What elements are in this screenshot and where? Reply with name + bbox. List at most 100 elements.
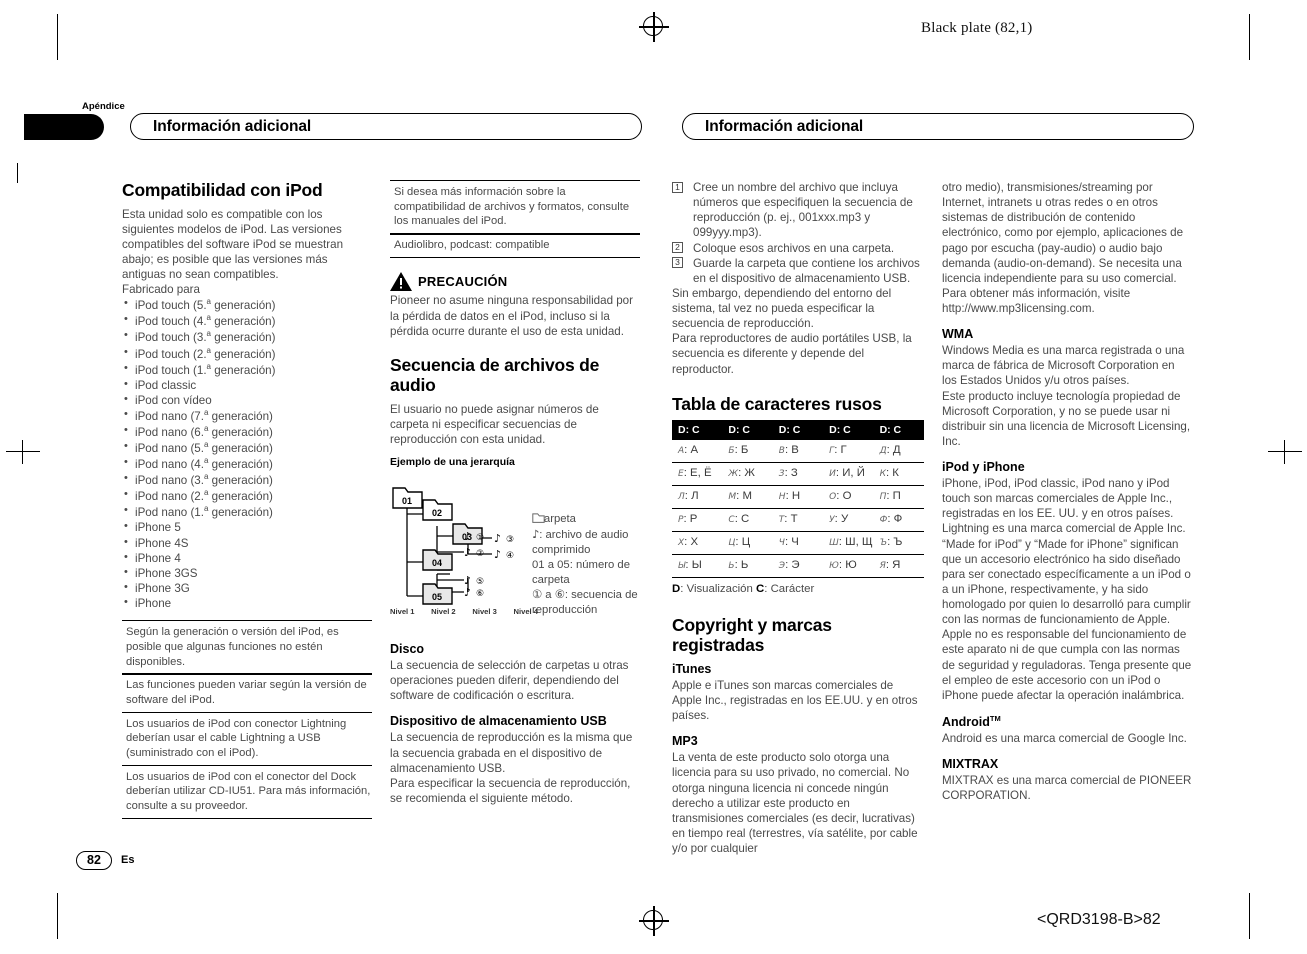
step-text: Cree un nombre del archivo que incluya n… [693,181,913,240]
rus-cell: Р: Р [672,508,723,532]
mp3-body-continued: otro medio), transmisiones/streaming por… [942,181,1184,300]
hierarchy-tree-svg: 01 02 03 04 05 ♪ ① ♪ ② ♪ ③ ♪ ④ ♪ ⑤ ♪ ⑥ [392,487,514,605]
table-row: Х: Х Ц: Ц Ч: Ч Ш: Ш, Щ Ъ: Ъ [672,531,924,555]
character-glyph: : М [736,490,752,503]
ipod-model-list: iPod touch (5.a generación)iPod touch (4… [122,296,372,611]
hierarchy-example-heading: Ejemplo de una jerarquía [390,456,515,469]
disco-body: La secuencia de selección de carpetas u … [390,659,629,703]
svg-text:02: 02 [432,508,442,518]
note-box: Audiolibro, podcast: compatible [390,232,640,259]
column-3: 1 Cree un nombre del archivo que incluya … [672,180,924,856]
rus-col-header: D: C [672,420,723,441]
crop-mark-tl-v [57,14,59,60]
rus-cell: Я: Я [873,554,924,578]
svg-text:②: ② [476,549,484,559]
subheading-disco: Disco [390,642,425,657]
note-text: Según la generación o versión del iPod, … [126,626,339,668]
ipod-model-item: iPhone 4S [122,535,372,551]
usb-method-steps: 1 Cree un nombre del archivo que incluya … [672,180,922,286]
rus-cell: Ш: Ш, Щ [823,531,874,555]
rus-cell: Э: Э [772,554,824,578]
diagram-legend: : carpeta ♪: archivo de audio comprimido… [532,512,644,618]
ipod-model-item: iPod con vídeo [122,392,372,408]
svg-text:①: ① [476,533,484,543]
character-glyph: : П [886,490,901,503]
character-glyph: : О [836,490,852,503]
svg-text:01: 01 [402,496,412,506]
note-box: Los usuarios de iPod con conector Lightn… [122,711,372,767]
mp3-body: La venta de este producto solo otorga un… [672,751,918,856]
rus-col-header: D: C [873,420,924,441]
svg-text:♪: ♪ [464,546,471,559]
page-number-badge: 82 [76,851,112,870]
svg-text:♪: ♪ [494,532,501,545]
display-glyph: Ю [829,560,839,571]
character-glyph: : Г [834,444,847,457]
folder-icon-02: 02 [422,499,453,521]
usb-body-1: La secuencia de reproducción es la misma… [390,731,633,775]
rus-cell: Ю: Ю [823,554,874,578]
russian-table-legend: D: Visualización C: Carácter [672,583,922,595]
ipod-model-item: iPhone 5 [122,519,372,535]
step-number: 1 [672,181,683,193]
section-heading-audio-sequence: Secuencia de archivos de audio [390,354,600,396]
crop-mark-tr-v [1249,14,1251,60]
ipod-compat-intro: Esta unidad solo es compatible con los s… [122,207,344,282]
ipod-model-item: iPod touch (1.a generación) [122,361,372,378]
character-glyph: : Я [885,558,901,571]
character-glyph: : С [734,512,750,525]
level-label: Nivel 3 [472,607,497,617]
svg-text:04: 04 [432,558,442,568]
character-glyph: : В [784,444,799,457]
character-glyph: : Е, Ё [683,467,712,480]
table-body: A: А Б: Б В: В Г: Г Д: Д Е: Е, Ё Ж: Ж З: З И: И,… [672,440,924,578]
ipod-model-item: iPhone 3GS [122,565,372,581]
registration-mark-bottom [639,906,669,936]
rus-cell: М: М [722,485,773,509]
character-glyph: : Т [784,512,798,525]
folder-icon-05: 05 [422,583,453,605]
column-2: Si desea más información sobre la compat… [390,180,640,806]
note-text: Los usuarios de iPod con conector Lightn… [126,717,347,759]
note-text: Las funciones pueden variar según la ver… [126,679,367,706]
android-body: Android es una marca comercial de Google… [942,732,1187,746]
itunes-body: Apple e iTunes son marcas comerciales de… [672,678,918,723]
after-steps-note-1: Sin embargo, dependiendo del entorno del… [672,286,892,331]
audio-sequence-body: El usuario no puede asignar números de c… [390,403,599,447]
subheading-mixtrax: MIXTRAX [942,757,999,772]
note-box: Según la generación o versión del iPod, … [122,620,372,676]
display-glyph: Л [678,492,685,503]
svg-text:⑤: ⑤ [476,577,484,587]
svg-text:♪: ♪ [494,548,501,561]
section-heading-russian-chars: Tabla de caracteres rusos [672,393,882,414]
note-text: Los usuarios de iPod con el conector del… [126,770,371,812]
character-glyph: : Ж [738,467,755,480]
rus-cell: Ъ: Ъ [873,531,924,555]
rus-cell: Е: Е, Ё [672,462,723,487]
svg-text:♪: ♪ [464,530,471,543]
file-format-notes-group: Si desea más información sobre la compat… [390,180,640,259]
mp3-licensing-url: http://www.mp3licensing.com. [942,302,1095,315]
header-title-right: Información adicional [705,118,864,135]
svg-text:③: ③ [506,535,514,545]
caution-body: Pioneer no asume ninguna responsabilidad… [390,294,633,338]
rus-cell: Г: Г [823,440,874,464]
display-glyph: Н [778,492,786,503]
rus-cell: З: З [772,462,824,487]
level-label: Nivel 1 [390,607,415,617]
subheading-wma: WMA [942,327,974,342]
section-heading-copyright: Copyright y marcas registradas [672,614,832,656]
character-glyph: : Э [785,558,800,571]
svg-text:⑥: ⑥ [476,589,484,599]
rus-cell: У: У [823,508,874,532]
ipod-iphone-body: iPhone, iPod, iPod classic, iPod nano y … [942,477,1192,702]
character-glyph: : К [885,467,899,480]
subheading-android: AndroidTM [942,714,1192,730]
crop-mark-br-v [1249,893,1251,939]
folder-icon-01: 01 [392,487,423,509]
ipod-model-item: iPhone [122,595,372,611]
character-glyph: : Ъ [887,535,903,548]
hierarchy-level-labels: Nivel 1 Nivel 2 Nivel 3 Nivel 4 [390,607,538,616]
step-text: Coloque esos archivos en una carpeta. [693,241,895,255]
rus-cell: О: О [823,485,874,509]
